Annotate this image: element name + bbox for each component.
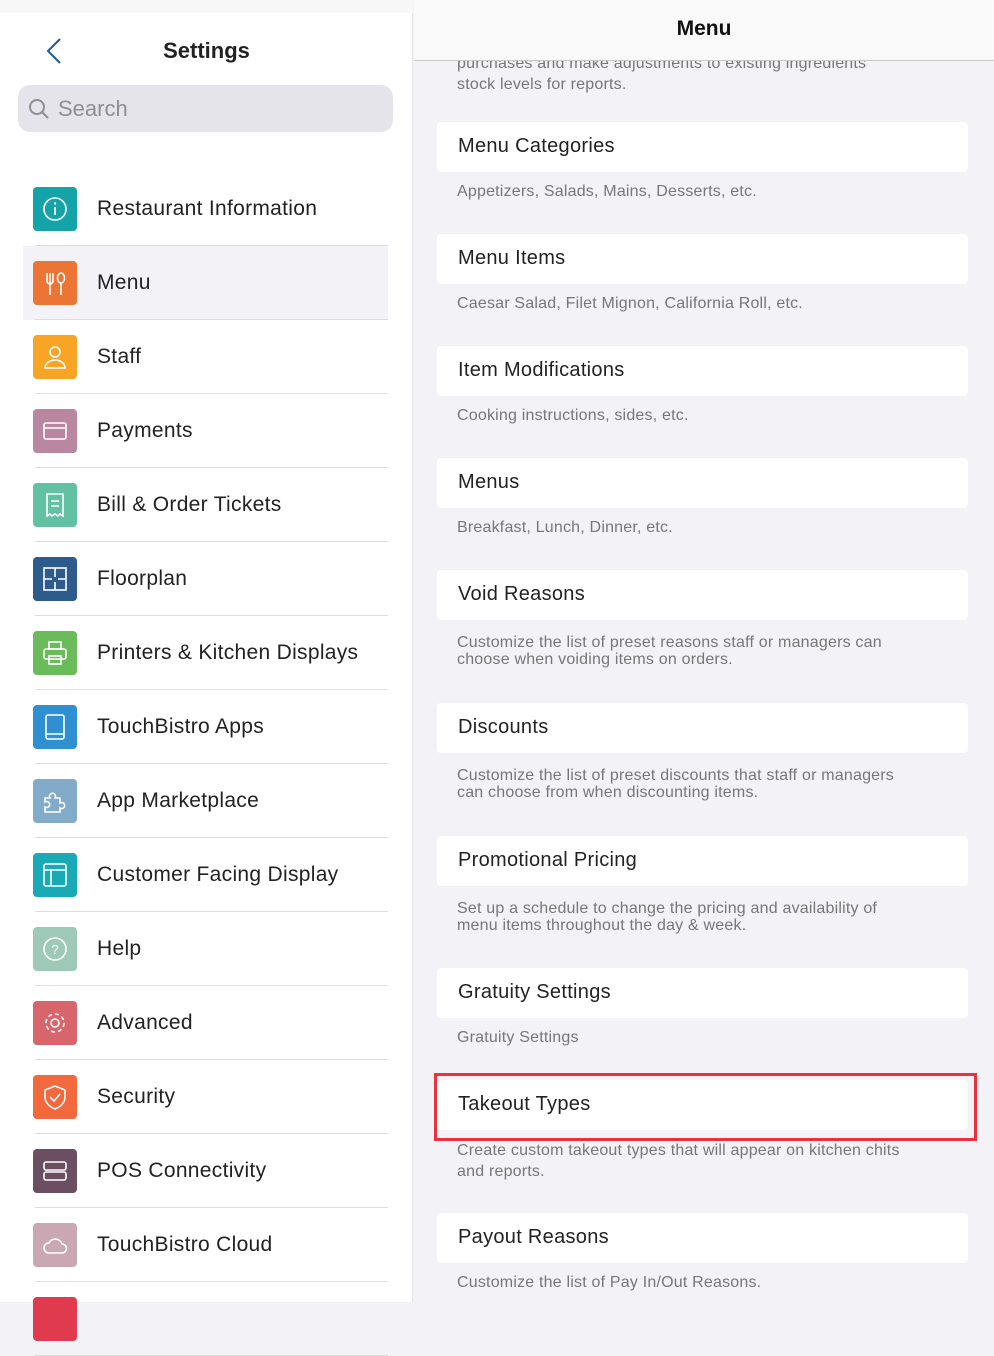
sidebar-item-more[interactable] [23, 1282, 388, 1356]
sidebar-item-app-marketplace[interactable]: App Marketplace [23, 764, 388, 838]
receipt-icon [33, 483, 77, 527]
sidebar-item-label: POS Connectivity [97, 1159, 267, 1182]
menu-option-item-modifications[interactable]: Item Modifications [437, 346, 968, 396]
sidebar-item-label: Floorplan [97, 567, 188, 590]
menu-option-payout-reasons[interactable]: Payout Reasons [437, 1213, 968, 1263]
sidebar-item-security[interactable]: Security [23, 1060, 388, 1134]
menu-option-menu-categories[interactable]: Menu Categories [437, 122, 968, 172]
server-icon [33, 1149, 77, 1193]
display-icon [33, 853, 77, 897]
search-input[interactable] [58, 95, 378, 122]
info-icon [33, 187, 77, 231]
search-icon [29, 98, 49, 119]
help-icon: ? [33, 927, 77, 971]
sidebar-item-label: TouchBistro Cloud [97, 1233, 273, 1256]
item-description: Create custom takeout types that will ap… [457, 1142, 900, 1180]
sidebar-item-label: App Marketplace [97, 789, 260, 812]
sidebar-title: Settings [163, 38, 250, 63]
sidebar-item-label: Staff [97, 345, 142, 368]
item-description: Customize the list of preset reasons sta… [457, 634, 882, 668]
app-icon [33, 1297, 77, 1341]
sidebar-item-restaurant-information[interactable]: Restaurant Information [23, 172, 388, 246]
puzzle-icon [33, 779, 77, 823]
sidebar-item-label: Menu [97, 271, 151, 294]
sidebar-item-staff[interactable]: Staff [23, 320, 388, 394]
status-bar [0, 0, 413, 13]
sidebar-item-advanced[interactable]: Advanced [23, 986, 388, 1060]
menu-option-menu-items[interactable]: Menu Items [437, 234, 968, 284]
item-description: Customize the list of preset discounts t… [457, 767, 894, 801]
sidebar-item-pos-connectivity[interactable]: POS Connectivity [23, 1134, 388, 1208]
sidebar-item-printers-kitchen-displays[interactable]: Printers & Kitchen Displays [23, 616, 388, 690]
printer-icon [33, 631, 77, 675]
sidebar-item-label: Restaurant Information [97, 197, 318, 220]
item-description: Appetizers, Salads, Mains, Desserts, etc… [457, 183, 757, 200]
sidebar-item-payments[interactable]: Payments [23, 394, 388, 468]
search-field[interactable] [18, 85, 393, 132]
fork-spoon-icon [33, 261, 77, 305]
item-description: Customize the list of Pay In/Out Reasons… [457, 1274, 762, 1291]
tablet-icon [33, 705, 77, 749]
shield-icon [33, 1075, 77, 1119]
sidebar-item-menu[interactable]: Menu [23, 246, 388, 320]
menu-option-menus[interactable]: Menus [437, 458, 968, 508]
sidebar-item-help[interactable]: ? Help [23, 912, 388, 986]
cloud-icon [33, 1223, 77, 1267]
menu-option-discounts[interactable]: Discounts [437, 703, 968, 753]
menu-option-promotional-pricing[interactable]: Promotional Pricing [437, 836, 968, 886]
sidebar-item-label: Security [97, 1085, 176, 1108]
item-description: Cooking instructions, sides, etc. [457, 407, 689, 424]
menu-option-gratuity-settings[interactable]: Gratuity Settings [437, 968, 968, 1018]
sidebar-item-floorplan[interactable]: Floorplan [23, 542, 388, 616]
floorplan-icon [33, 557, 77, 601]
page-title: Menu [414, 0, 994, 61]
sidebar-item-label: Help [97, 937, 142, 960]
gear-icon [33, 1001, 77, 1045]
sidebar-item-touchbistro-apps[interactable]: TouchBistro Apps [23, 690, 388, 764]
menu-settings-panel: Menu purchases and make adjustments to e… [414, 0, 994, 1302]
sidebar-item-customer-facing-display[interactable]: Customer Facing Display [23, 838, 388, 912]
card-icon [33, 409, 77, 453]
item-description: Breakfast, Lunch, Dinner, etc. [457, 519, 673, 536]
item-description: Gratuity Settings [457, 1029, 579, 1046]
sidebar-item-label: Printers & Kitchen Displays [97, 641, 359, 664]
menu-option-takeout-types[interactable]: Takeout Types [437, 1080, 968, 1130]
sidebar-item-bill-order-tickets[interactable]: Bill & Order Tickets [23, 468, 388, 542]
menu-option-void-reasons[interactable]: Void Reasons [437, 570, 968, 620]
sidebar-item-label: Bill & Order Tickets [97, 493, 282, 516]
sidebar-item-label: Advanced [97, 1011, 193, 1034]
person-icon [33, 335, 77, 379]
sidebar-item-label: Customer Facing Display [97, 863, 339, 886]
svg-text:?: ? [51, 942, 58, 957]
sidebar-item-label: Payments [97, 419, 193, 442]
item-description: Caesar Salad, Filet Mignon, California R… [457, 295, 803, 312]
sidebar-item-label: TouchBistro Apps [97, 715, 265, 738]
sidebar-item-touchbistro-cloud[interactable]: TouchBistro Cloud [23, 1208, 388, 1282]
settings-sidebar: Settings Restaurant Information Menu Staff… [0, 0, 413, 1356]
item-description: Set up a schedule to change the pricing … [457, 900, 878, 934]
